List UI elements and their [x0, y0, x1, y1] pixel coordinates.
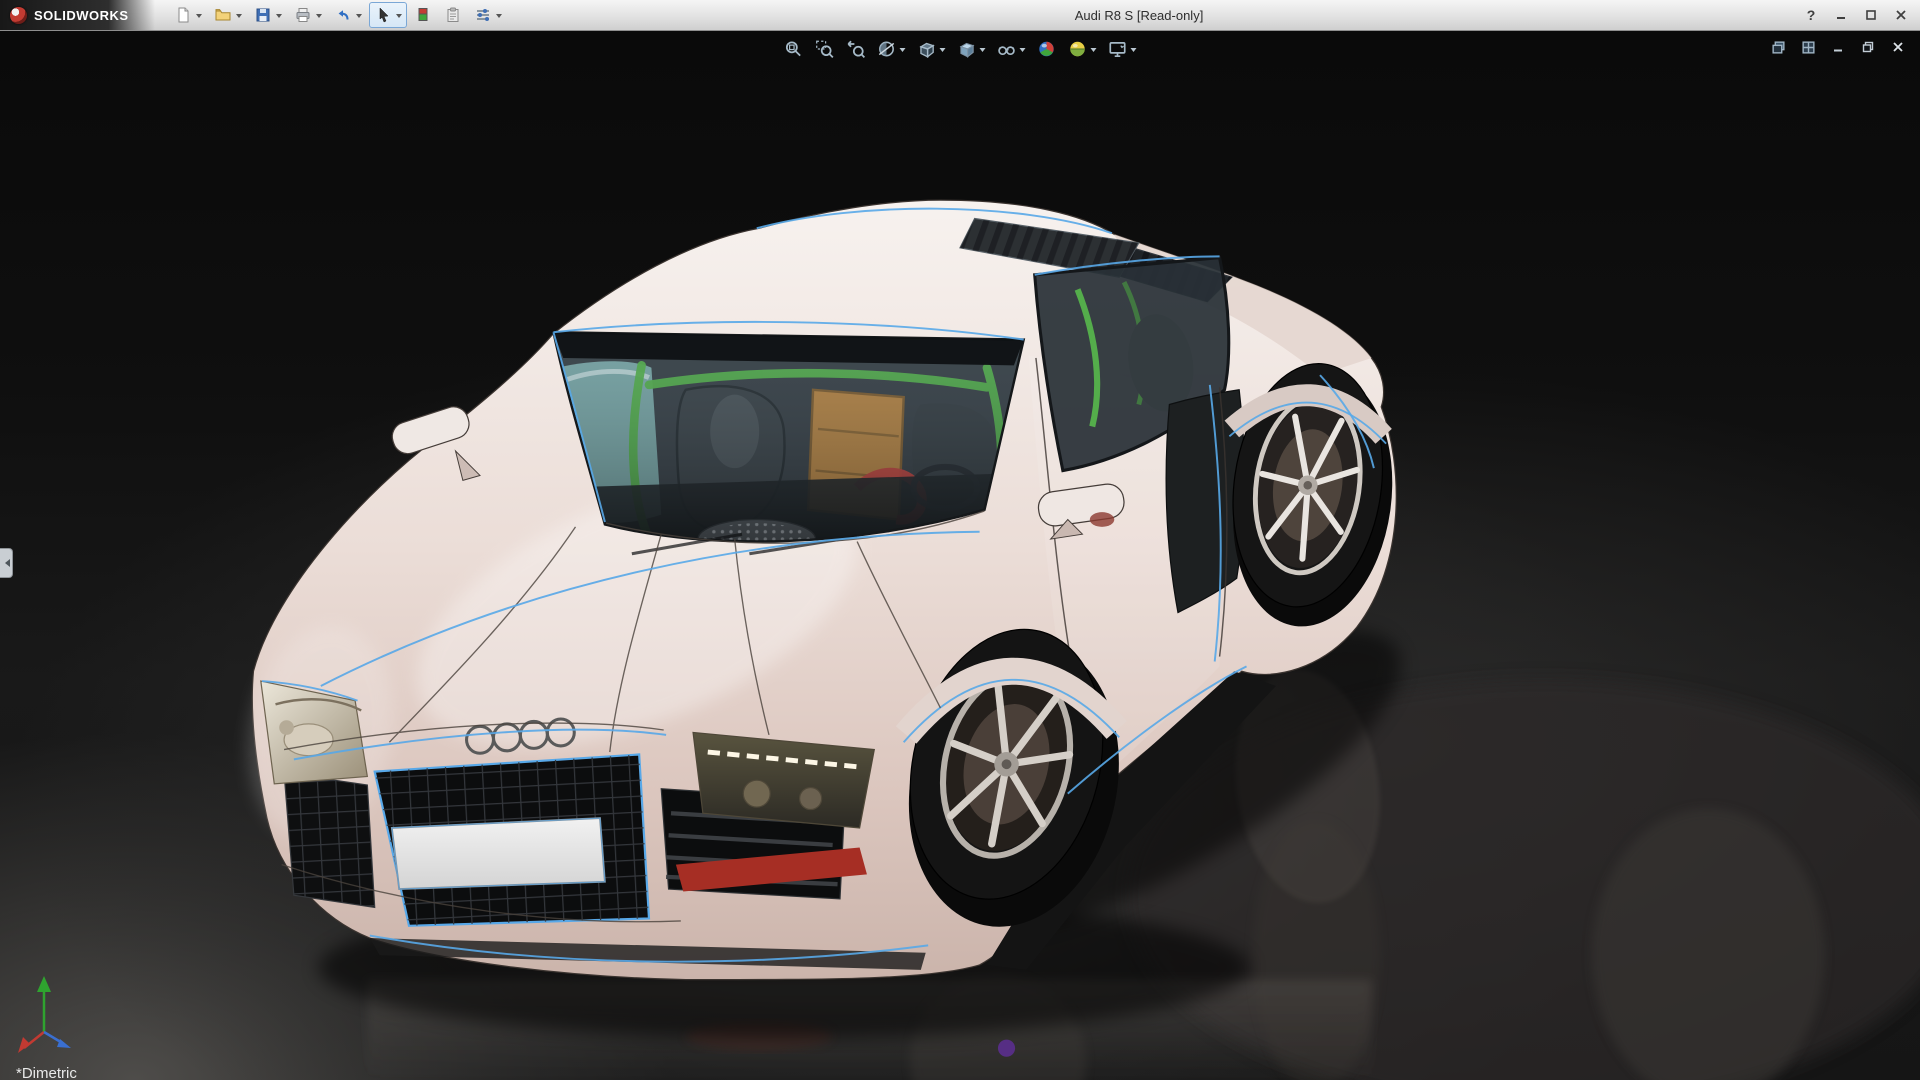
feature-manager-collapsed-tab[interactable]: [0, 548, 13, 578]
dropdown-caret-icon[interactable]: [899, 48, 906, 55]
dropdown-caret-icon[interactable]: [939, 48, 946, 55]
minimize-icon: [1834, 49, 1842, 52]
edit-color-icon: [418, 8, 428, 21]
dropdown-caret-icon[interactable]: [1130, 48, 1137, 55]
edit-color-button[interactable]: [409, 2, 437, 28]
display-style-button[interactable]: [953, 35, 990, 63]
license-plate[interactable]: [390, 817, 606, 891]
dropdown-caret-icon[interactable]: [1019, 48, 1026, 55]
dropdown-caret-icon[interactable]: [195, 14, 202, 21]
close-icon: [1896, 10, 1906, 20]
select-arrow-icon: [379, 7, 389, 23]
dassault-systemes-logo-icon: [10, 6, 27, 24]
restore-document-button[interactable]: [1858, 38, 1878, 56]
window-controls: ?: [1796, 0, 1916, 30]
dropdown-caret-icon[interactable]: [1090, 48, 1097, 55]
help-button[interactable]: ?: [1796, 3, 1826, 27]
display-style-cube-icon: [959, 42, 975, 58]
previous-view-button[interactable]: [842, 35, 870, 63]
zoom-to-area-button[interactable]: [811, 35, 839, 63]
dropdown-caret-icon[interactable]: [495, 14, 502, 21]
heads-up-view-toolbar: [780, 35, 1141, 63]
apply-scene-button[interactable]: [1064, 35, 1101, 63]
zoom-to-fit-icon: [785, 41, 801, 57]
section-view-button[interactable]: [873, 35, 910, 63]
new-file-icon: [178, 7, 189, 23]
graphics-area[interactable]: *Dimetric: [0, 30, 1920, 1080]
options-button[interactable]: [469, 2, 507, 28]
floor-fragment: [997, 1039, 1016, 1057]
headlight-right[interactable]: [692, 731, 876, 829]
zoom-to-area-icon: [816, 40, 834, 58]
dropdown-caret-icon[interactable]: [315, 14, 322, 21]
glasses-icon: [998, 46, 1015, 56]
previous-view-icon: [847, 40, 866, 58]
main-toolbar: [169, 2, 507, 28]
undo-button[interactable]: [329, 2, 367, 28]
minimize-button[interactable]: [1826, 3, 1856, 27]
minimize-icon: [1837, 17, 1845, 19]
solidworks-logo: SOLIDWORKS: [0, 0, 155, 30]
orientation-triad[interactable]: [14, 968, 92, 1054]
view-cube-icon: [919, 42, 935, 59]
title-bar: SOLIDWORKS Audi R8 S [Read-only] ?: [0, 0, 1920, 31]
maximize-icon: [1866, 10, 1876, 20]
restore-icon: [1862, 41, 1874, 53]
open-folder-icon: [215, 9, 231, 21]
cascade-windows-icon: [1771, 40, 1785, 54]
options-sliders-icon: [476, 9, 489, 21]
document-window-controls: [1768, 38, 1908, 56]
clipboard-properties-button[interactable]: [439, 2, 467, 28]
zoom-to-fit-button[interactable]: [780, 35, 808, 63]
dropdown-caret-icon[interactable]: [979, 48, 986, 55]
view-orientation-button[interactable]: [913, 35, 950, 63]
close-icon: [1893, 42, 1903, 52]
save-button[interactable]: [249, 2, 287, 28]
dropdown-caret-icon[interactable]: [235, 14, 242, 21]
hide-show-items-button[interactable]: [993, 35, 1030, 63]
print-button[interactable]: [289, 2, 327, 28]
section-view-icon: [878, 41, 895, 57]
new-file-button[interactable]: [169, 2, 207, 28]
cascade-windows-button[interactable]: [1768, 38, 1788, 56]
scene-sphere-icon: [1070, 41, 1085, 57]
dropdown-caret-icon[interactable]: [275, 14, 282, 21]
3d-scene[interactable]: [0, 30, 1920, 1080]
close-document-button[interactable]: [1888, 38, 1908, 56]
tile-windows-icon: [1801, 40, 1815, 54]
dropdown-caret-icon[interactable]: [355, 14, 362, 21]
expand-panel-arrow-icon: [1, 559, 10, 567]
appearance-sphere-icon: [1039, 41, 1054, 57]
edit-appearance-button[interactable]: [1033, 35, 1061, 63]
open-button[interactable]: [209, 2, 247, 28]
select-button[interactable]: [368, 2, 407, 28]
minimize-document-button[interactable]: [1828, 38, 1848, 56]
undo-icon: [338, 10, 349, 20]
view-orientation-label: *Dimetric: [16, 1065, 77, 1080]
tile-windows-button[interactable]: [1798, 38, 1818, 56]
brand-name: SOLIDWORKS: [34, 7, 129, 23]
document-title: Audi R8 S [Read-only]: [1074, 7, 1204, 23]
close-button[interactable]: [1886, 3, 1916, 27]
maximize-button[interactable]: [1856, 3, 1886, 27]
dropdown-caret-icon[interactable]: [395, 14, 402, 21]
print-icon: [296, 8, 310, 22]
save-icon: [256, 8, 270, 22]
view-settings-icon: [1109, 42, 1126, 58]
view-settings-button[interactable]: [1104, 35, 1141, 63]
clipboard-icon: [447, 7, 459, 22]
